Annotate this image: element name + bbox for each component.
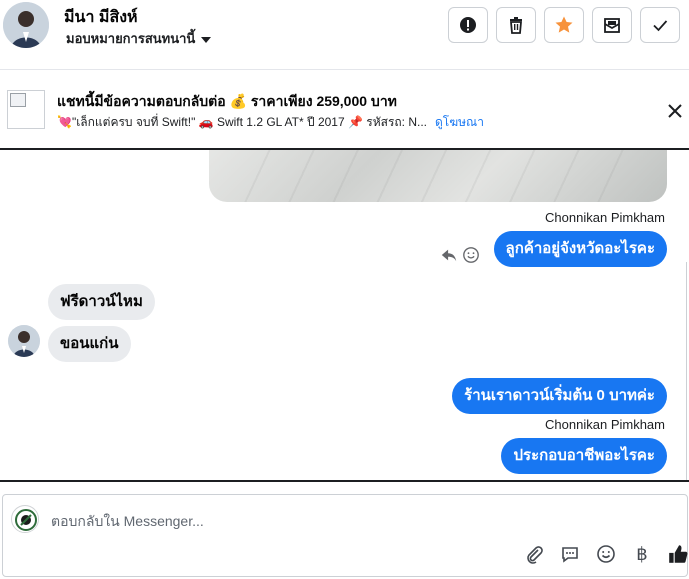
contact-avatar-small (8, 325, 40, 357)
like-icon (669, 545, 688, 563)
star-icon (555, 16, 573, 33)
close-icon (668, 104, 682, 118)
attach-icon (527, 546, 543, 564)
alert-icon (460, 17, 476, 33)
payment-icon: ฿ (636, 543, 648, 565)
contact-avatar[interactable] (3, 2, 49, 48)
attach-button[interactable] (523, 543, 545, 565)
mail-icon (604, 18, 620, 33)
quick-reply-icon (562, 547, 578, 563)
ad-thumbnail[interactable] (7, 90, 45, 129)
done-button[interactable] (640, 7, 680, 43)
ad-context-banner: แชทนี้มีข้อความตอบกลับต่อ 💰 ราคาเพียง 25… (0, 70, 689, 150)
reply-input[interactable] (51, 511, 611, 531)
conversation-header: มีนา มีสิงห์ มอบหมายการสนทนานี้ (0, 0, 689, 70)
trash-icon (510, 17, 522, 34)
quick-reply-button[interactable] (559, 543, 581, 565)
react-emoji-icon[interactable] (462, 246, 480, 264)
message-thread[interactable]: Chonnikan Pimkham ลูกค้าอยู่จังหวัดอะไรค… (0, 150, 689, 482)
chevron-down-icon (201, 36, 212, 43)
sender-name: Chonnikan Pimkham (545, 210, 665, 225)
close-banner-button[interactable] (664, 100, 686, 122)
ad-description: 💘"เล็กแต่ครบ จบที่ Swift!" 🚗 Swift 1.2 G… (57, 115, 427, 129)
check-icon (653, 20, 668, 32)
reply-icon[interactable] (440, 246, 458, 264)
sender-name: Chonnikan Pimkham (545, 417, 665, 432)
like-button[interactable] (667, 543, 689, 565)
composer-toolbar: ฿ (523, 543, 689, 565)
reply-composer: ฿ (2, 494, 688, 577)
ad-title: แชทนี้มีข้อความตอบกลับต่อ 💰 ราคาเพียง 25… (57, 93, 397, 109)
payment-button[interactable]: ฿ (631, 543, 653, 565)
assign-label: มอบหมายการสนทนานี้ (66, 31, 196, 46)
incoming-message[interactable]: ขอนแก่น (48, 326, 131, 362)
ad-subtitle: 💘"เล็กแต่ครบ จบที่ Swift!" 🚗 Swift 1.2 G… (57, 113, 484, 132)
contact-name[interactable]: มีนา มีสิงห์ (64, 5, 138, 30)
shared-photo[interactable] (209, 150, 667, 202)
emoji-icon (597, 545, 615, 563)
outgoing-message[interactable]: ประกอบอาชีพอะไรคะ (501, 438, 667, 474)
emoji-button[interactable] (595, 543, 617, 565)
mark-unread-button[interactable] (592, 7, 632, 43)
incoming-message[interactable]: ฟรีดาวน์ไหม (48, 284, 155, 320)
assign-conversation-dropdown[interactable]: มอบหมายการสนทนานี้ (66, 28, 212, 49)
delete-button[interactable] (496, 7, 536, 43)
message-actions (440, 246, 480, 264)
spam-button[interactable] (448, 7, 488, 43)
outgoing-message[interactable]: ร้านเราดาวน์เริ่มต้น 0 บาทค่ะ (452, 378, 667, 414)
view-ad-link[interactable]: ดูโฆษณา (435, 115, 484, 129)
page-avatar (11, 505, 39, 533)
star-button[interactable] (544, 7, 584, 43)
outgoing-message[interactable]: ลูกค้าอยู่จังหวัดอะไรคะ (493, 231, 667, 267)
